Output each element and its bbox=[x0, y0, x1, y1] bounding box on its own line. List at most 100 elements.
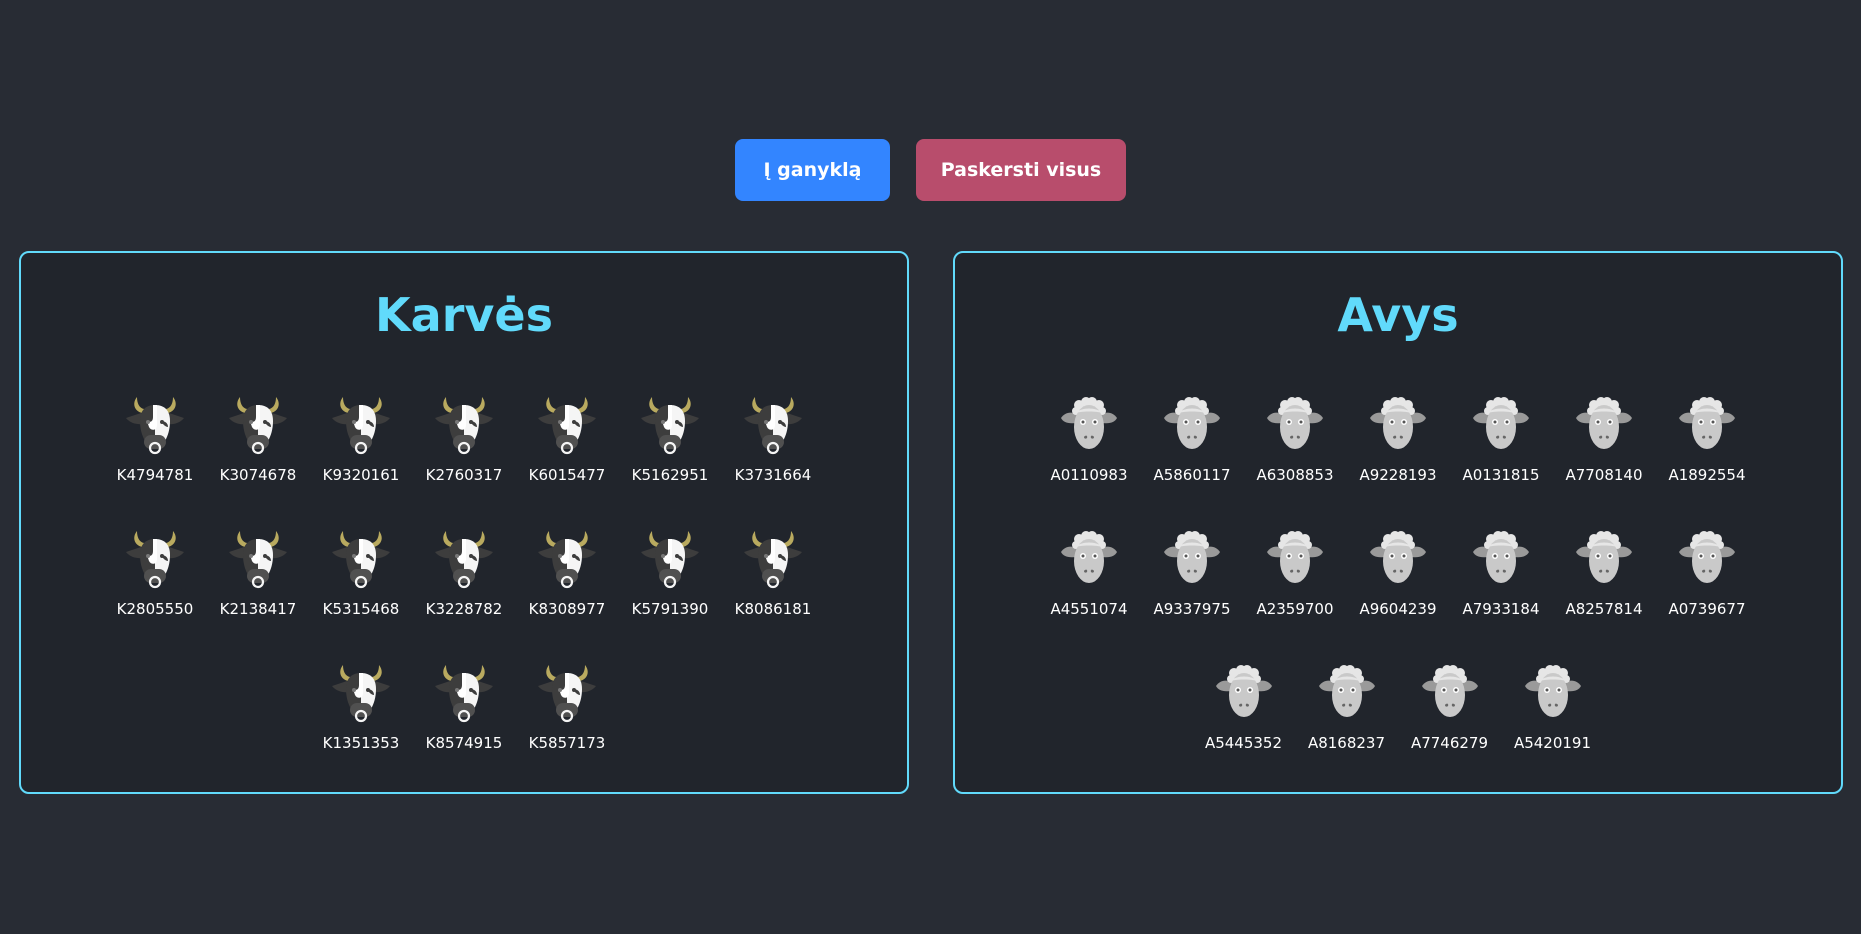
cow-card[interactable]: K3074678 bbox=[207, 391, 310, 525]
sheep-title: Avys bbox=[1337, 288, 1459, 342]
cow-icon bbox=[432, 659, 496, 723]
sheep-card[interactable]: A8168237 bbox=[1295, 659, 1398, 793]
cow-id: K1351353 bbox=[322, 734, 400, 752]
sheep-grid: A0110983 A5860117 A6308853 A9228193 A0131815… bbox=[955, 391, 1841, 793]
cow-card[interactable]: K1351353 bbox=[310, 659, 413, 793]
cows-grid: K4794781 K3074678 K9320161 K2760317 K6015477… bbox=[21, 391, 907, 793]
cow-card[interactable]: K8574915 bbox=[413, 659, 516, 793]
cow-icon bbox=[432, 525, 496, 589]
sheep-id: A0739677 bbox=[1668, 600, 1746, 618]
cow-card[interactable]: K5162951 bbox=[619, 391, 722, 525]
sheep-icon bbox=[1572, 525, 1636, 589]
sheep-id: A0131815 bbox=[1462, 466, 1540, 484]
cow-card[interactable]: K9320161 bbox=[310, 391, 413, 525]
cow-icon bbox=[535, 525, 599, 589]
cow-card[interactable]: K2760317 bbox=[413, 391, 516, 525]
cow-icon bbox=[329, 659, 393, 723]
to-pasture-button[interactable]: Į ganyklą bbox=[735, 139, 890, 201]
cow-icon bbox=[741, 525, 805, 589]
cow-id: K2138417 bbox=[219, 600, 297, 618]
sheep-card[interactable]: A4551074 bbox=[1038, 525, 1141, 659]
cow-id: K3074678 bbox=[219, 466, 297, 484]
sheep-icon bbox=[1057, 391, 1121, 455]
sheep-id: A9337975 bbox=[1153, 600, 1231, 618]
cow-id: K8574915 bbox=[425, 734, 503, 752]
sheep-id: A8168237 bbox=[1307, 734, 1386, 752]
sheep-id: A8257814 bbox=[1565, 600, 1643, 618]
sheep-id: A5860117 bbox=[1153, 466, 1231, 484]
sheep-card[interactable]: A6308853 bbox=[1244, 391, 1347, 525]
sheep-icon bbox=[1675, 391, 1739, 455]
sheep-card[interactable]: A2359700 bbox=[1244, 525, 1347, 659]
cow-id: K8086181 bbox=[734, 600, 812, 618]
cow-card[interactable]: K5857173 bbox=[516, 659, 619, 793]
cow-id: K5162951 bbox=[631, 466, 709, 484]
cow-card[interactable]: K2138417 bbox=[207, 525, 310, 659]
cow-icon bbox=[432, 391, 496, 455]
sheep-card[interactable]: A5445352 bbox=[1192, 659, 1295, 793]
cow-icon bbox=[329, 391, 393, 455]
cow-icon bbox=[226, 391, 290, 455]
cow-card[interactable]: K3731664 bbox=[722, 391, 825, 525]
cow-id: K6015477 bbox=[528, 466, 606, 484]
sheep-id: A5420191 bbox=[1513, 734, 1592, 752]
sheep-id: A4551074 bbox=[1050, 600, 1128, 618]
sheep-id: A5445352 bbox=[1204, 734, 1283, 752]
sheep-card[interactable]: A9604239 bbox=[1347, 525, 1450, 659]
sheep-id: A7746279 bbox=[1410, 734, 1489, 752]
sheep-card[interactable]: A9337975 bbox=[1141, 525, 1244, 659]
slaughter-all-button[interactable]: Paskersti visus bbox=[916, 139, 1126, 201]
sheep-card[interactable]: A7746279 bbox=[1398, 659, 1501, 793]
toolbar: Į ganyklą Paskersti visus bbox=[0, 139, 1861, 201]
sheep-card[interactable]: A7708140 bbox=[1553, 391, 1656, 525]
sheep-card[interactable]: A5420191 bbox=[1501, 659, 1604, 793]
sheep-id: A9604239 bbox=[1359, 600, 1437, 618]
sheep-card[interactable]: A0739677 bbox=[1656, 525, 1759, 659]
sheep-card[interactable]: A5860117 bbox=[1141, 391, 1244, 525]
sheep-icon bbox=[1263, 391, 1327, 455]
cow-icon bbox=[535, 391, 599, 455]
sheep-card[interactable]: A9228193 bbox=[1347, 391, 1450, 525]
sheep-panel: Avys A0110983 A5860117 A6308853 A9228193 A01… bbox=[953, 251, 1843, 794]
sheep-card[interactable]: A8257814 bbox=[1553, 525, 1656, 659]
cow-icon bbox=[638, 525, 702, 589]
sheep-icon bbox=[1572, 391, 1636, 455]
sheep-id: A6308853 bbox=[1256, 466, 1334, 484]
sheep-id: A7708140 bbox=[1565, 466, 1643, 484]
sheep-id: A2359700 bbox=[1256, 600, 1334, 618]
sheep-id: A9228193 bbox=[1359, 466, 1437, 484]
cow-id: K8308977 bbox=[528, 600, 606, 618]
cow-id: K5791390 bbox=[631, 600, 709, 618]
cow-card[interactable]: K5791390 bbox=[619, 525, 722, 659]
sheep-card[interactable]: A7933184 bbox=[1450, 525, 1553, 659]
cow-card[interactable]: K6015477 bbox=[516, 391, 619, 525]
cow-id: K3228782 bbox=[425, 600, 503, 618]
cow-id: K3731664 bbox=[734, 466, 812, 484]
sheep-icon bbox=[1263, 525, 1327, 589]
cow-card[interactable]: K3228782 bbox=[413, 525, 516, 659]
cow-id: K2805550 bbox=[116, 600, 194, 618]
sheep-icon bbox=[1366, 525, 1430, 589]
cow-card[interactable]: K8308977 bbox=[516, 525, 619, 659]
cow-icon bbox=[535, 659, 599, 723]
sheep-card[interactable]: A0110983 bbox=[1038, 391, 1141, 525]
cow-card[interactable]: K2805550 bbox=[104, 525, 207, 659]
cow-icon bbox=[638, 391, 702, 455]
sheep-id: A0110983 bbox=[1050, 466, 1128, 484]
sheep-card[interactable]: A1892554 bbox=[1656, 391, 1759, 525]
cows-title: Karvės bbox=[375, 288, 553, 342]
cow-icon bbox=[329, 525, 393, 589]
cow-card[interactable]: K4794781 bbox=[104, 391, 207, 525]
sheep-icon bbox=[1469, 525, 1533, 589]
cow-icon bbox=[123, 525, 187, 589]
cow-card[interactable]: K5315468 bbox=[310, 525, 413, 659]
cow-card[interactable]: K8086181 bbox=[722, 525, 825, 659]
sheep-icon bbox=[1521, 659, 1585, 723]
sheep-id: A1892554 bbox=[1668, 466, 1746, 484]
sheep-icon bbox=[1366, 391, 1430, 455]
sheep-icon bbox=[1675, 525, 1739, 589]
sheep-icon bbox=[1212, 659, 1276, 723]
sheep-card[interactable]: A0131815 bbox=[1450, 391, 1553, 525]
cow-id: K9320161 bbox=[322, 466, 400, 484]
sheep-id: A7933184 bbox=[1462, 600, 1540, 618]
